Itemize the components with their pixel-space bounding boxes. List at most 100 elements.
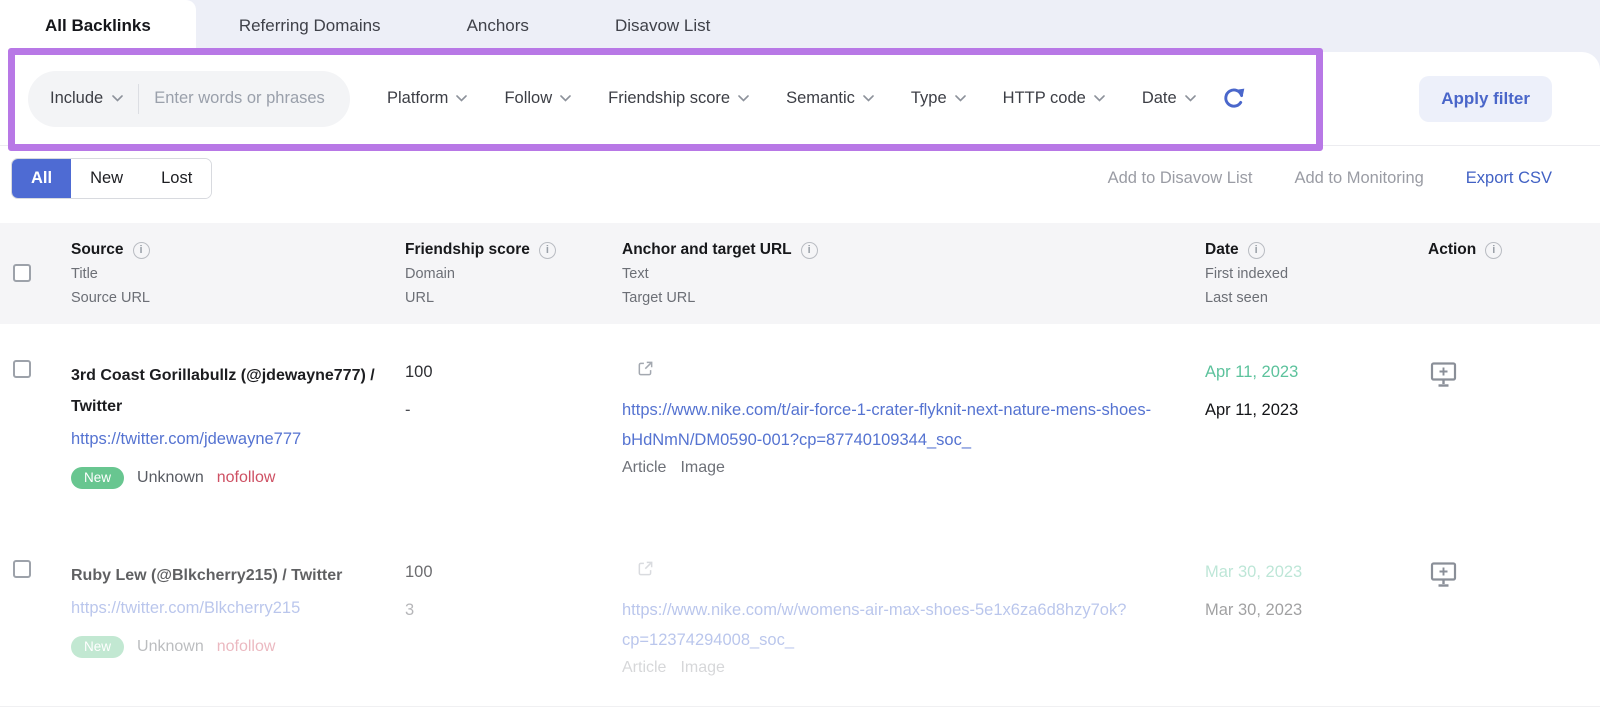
tag-image: Image [680,459,725,476]
header-friendship-score: Friendship score i Domain URL [405,238,622,310]
new-status-badge: New [71,636,125,658]
semantic-dropdown[interactable]: Semantic [786,89,874,108]
filter-bar: Include Platform Follow Friendship score [0,52,1600,146]
semantic-dropdown-label: Semantic [786,89,855,107]
chevron-down-icon [954,95,966,102]
tag-article: Article [622,659,667,676]
info-icon[interactable]: i [538,241,556,259]
info-icon[interactable]: i [1247,241,1265,259]
nofollow-label: nofollow [216,637,276,655]
row-checkbox[interactable] [13,560,31,578]
header-source: Source i Title Source URL [71,238,405,310]
chevron-down-icon [738,95,749,102]
backlinks-page: All Backlinks Referring Domains Anchors … [0,0,1600,720]
chevron-down-icon [560,95,571,102]
date-dropdown[interactable]: Date [1142,89,1196,108]
http-code-dropdown-label: HTTP code [1002,89,1086,107]
first-indexed-date: Apr 11, 2023 [1205,363,1299,381]
external-link-icon[interactable] [637,360,654,382]
export-csv-button[interactable]: Export CSV [1466,169,1552,188]
anchor-cell: https://www.nike.com/w/womens-air-max-sh… [622,560,1205,706]
refresh-filters-button[interactable] [1220,85,1247,112]
type-dropdown[interactable]: Type [911,89,966,108]
add-to-monitoring-icon[interactable] [1428,560,1459,594]
score-sub-url: URL [405,290,435,306]
domain-score: 100 [405,563,433,581]
source-title: Ruby Lew (@Blkcherry215) / Twitter [71,567,343,584]
action-cell [1428,360,1600,544]
anchor-sub-text: Text [622,266,649,282]
platform-label: Unknown [137,637,204,655]
select-all-checkbox[interactable] [13,264,31,282]
bottom-divider [0,706,1600,707]
pill-divider [138,83,140,114]
friendship-score-dropdown-label: Friendship score [608,89,731,107]
table-toolbar: All New Lost Add to Disavow List Add to … [0,146,1600,210]
source-sub-url: Source URL [71,290,150,306]
source-cell: Ruby Lew (@Blkcherry215) / Twitter https… [71,560,405,706]
domain-score: 100 [405,363,433,381]
type-dropdown-label: Type [910,89,947,107]
refresh-icon [1224,88,1244,108]
target-url-link[interactable]: https://www.nike.com/w/womens-air-max-sh… [622,595,1167,655]
platform-dropdown-label: Platform [387,89,449,107]
tab-referring-domains[interactable]: Referring Domains [196,0,424,52]
score-cell: 100 - [405,360,622,544]
last-seen-date: Mar 30, 2023 [1205,601,1303,619]
tab-disavow-list[interactable]: Disavow List [572,0,753,52]
info-icon[interactable]: i [800,241,818,259]
url-score: 3 [405,601,415,619]
add-to-disavow-list-button[interactable]: Add to Disavow List [1108,169,1253,188]
include-dropdown[interactable]: Include [50,89,124,108]
date-column-title: Date [1205,241,1239,258]
segment-new[interactable]: New [71,158,143,198]
date-sub-last-seen: Last seen [1205,290,1268,306]
row-checkbox[interactable] [13,360,31,378]
friendship-score-dropdown[interactable]: Friendship score [608,89,749,108]
platform-dropdown[interactable]: Platform [387,89,468,108]
source-url-link[interactable]: https://twitter.com/Blkcherry215 [71,593,300,623]
chevron-down-icon [112,95,124,102]
action-cell [1428,560,1600,706]
http-code-dropdown[interactable]: HTTP code [1003,89,1105,108]
source-cell: 3rd Coast Gorillabullz (@jdewayne777) / … [71,360,405,544]
top-tab-bar: All Backlinks Referring Domains Anchors … [0,0,1600,52]
include-dropdown-label: Include [50,89,104,107]
tab-all-backlinks[interactable]: All Backlinks [0,0,196,52]
chevron-down-icon [1184,95,1196,102]
target-url-link[interactable]: https://www.nike.com/t/air-force-1-crate… [622,395,1167,455]
badge-row: New Unknown nofollow [71,467,405,489]
header-action: Action i [1428,238,1600,310]
link-type-tags: Article Image [622,659,1175,677]
date-cell: Mar 30, 2023 Mar 30, 2023 [1205,560,1428,706]
info-icon[interactable]: i [132,241,150,259]
segment-all[interactable]: All [12,158,72,198]
segment-lost[interactable]: Lost [142,158,212,198]
follow-dropdown[interactable]: Follow [504,89,571,108]
first-indexed-date: Mar 30, 2023 [1205,563,1303,581]
info-icon[interactable]: i [1485,241,1503,259]
source-url-link[interactable]: https://twitter.com/jdewayne777 [71,424,301,454]
filter-bar-wrap: Include Platform Follow Friendship score [0,52,1600,146]
toolbar-actions: Add to Disavow List Add to Monitoring Ex… [1108,169,1552,188]
add-to-monitoring-icon[interactable] [1428,360,1459,394]
tag-image: Image [680,659,725,676]
apply-filter-button[interactable]: Apply filter [1419,75,1552,122]
row-checkbox-cell [0,360,71,544]
table-header: Source i Title Source URL Friendship scor… [0,223,1600,324]
search-input[interactable] [154,89,330,108]
follow-dropdown-label: Follow [504,89,553,107]
keyword-filter-pill: Include [28,70,350,127]
add-to-monitoring-button[interactable]: Add to Monitoring [1294,169,1423,188]
link-type-tags: Article Image [622,459,1175,477]
filter-dropdowns: Platform Follow Friendship score Semanti… [350,89,1196,108]
action-column-title: Action [1428,241,1477,258]
source-title: 3rd Coast Gorillabullz (@jdewayne777) / … [71,367,375,415]
source-sub-title: Title [71,266,98,282]
header-anchor: Anchor and target URL i Text Target URL [622,238,1205,310]
tab-anchors[interactable]: Anchors [424,0,572,52]
header-checkbox-cell [0,238,71,310]
chevron-down-icon [863,95,874,102]
external-link-icon[interactable] [637,560,654,582]
row-checkbox-cell [0,560,71,706]
